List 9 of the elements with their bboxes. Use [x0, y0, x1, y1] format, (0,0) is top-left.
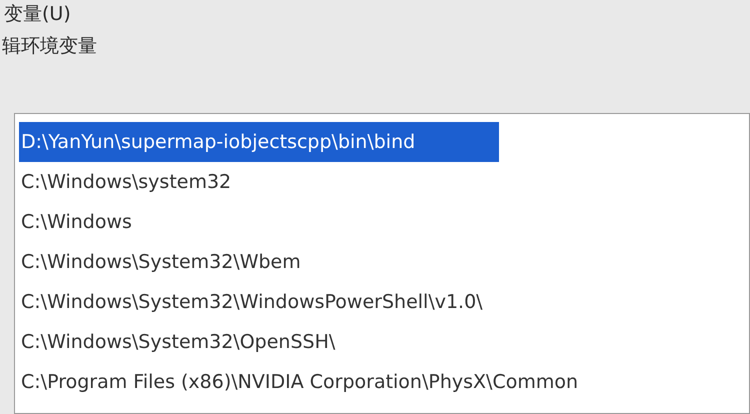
dialog-title: 辑环境变量 — [2, 34, 97, 59]
path-list-item[interactable]: C:\Windows\System32\OpenSSH\ — [19, 322, 336, 362]
path-list-item[interactable]: C:\Windows — [19, 202, 132, 242]
path-list-item[interactable]: D:\YanYun\supermap-iobjectscpp\bin\bind — [19, 122, 499, 162]
path-list-item[interactable]: C:\Windows\System32\WindowsPowerShell\v1.0\ — [19, 282, 483, 322]
path-list-item[interactable]: C:\Program Files (x86)\NVIDIA Corporation\PhysX\Common — [19, 362, 578, 402]
path-list-item[interactable]: C:\Windows\System32\Wbem — [19, 242, 301, 282]
section-label: 变量(U) — [4, 5, 71, 24]
path-list-item[interactable]: C:\Windows\system32 — [19, 162, 232, 202]
